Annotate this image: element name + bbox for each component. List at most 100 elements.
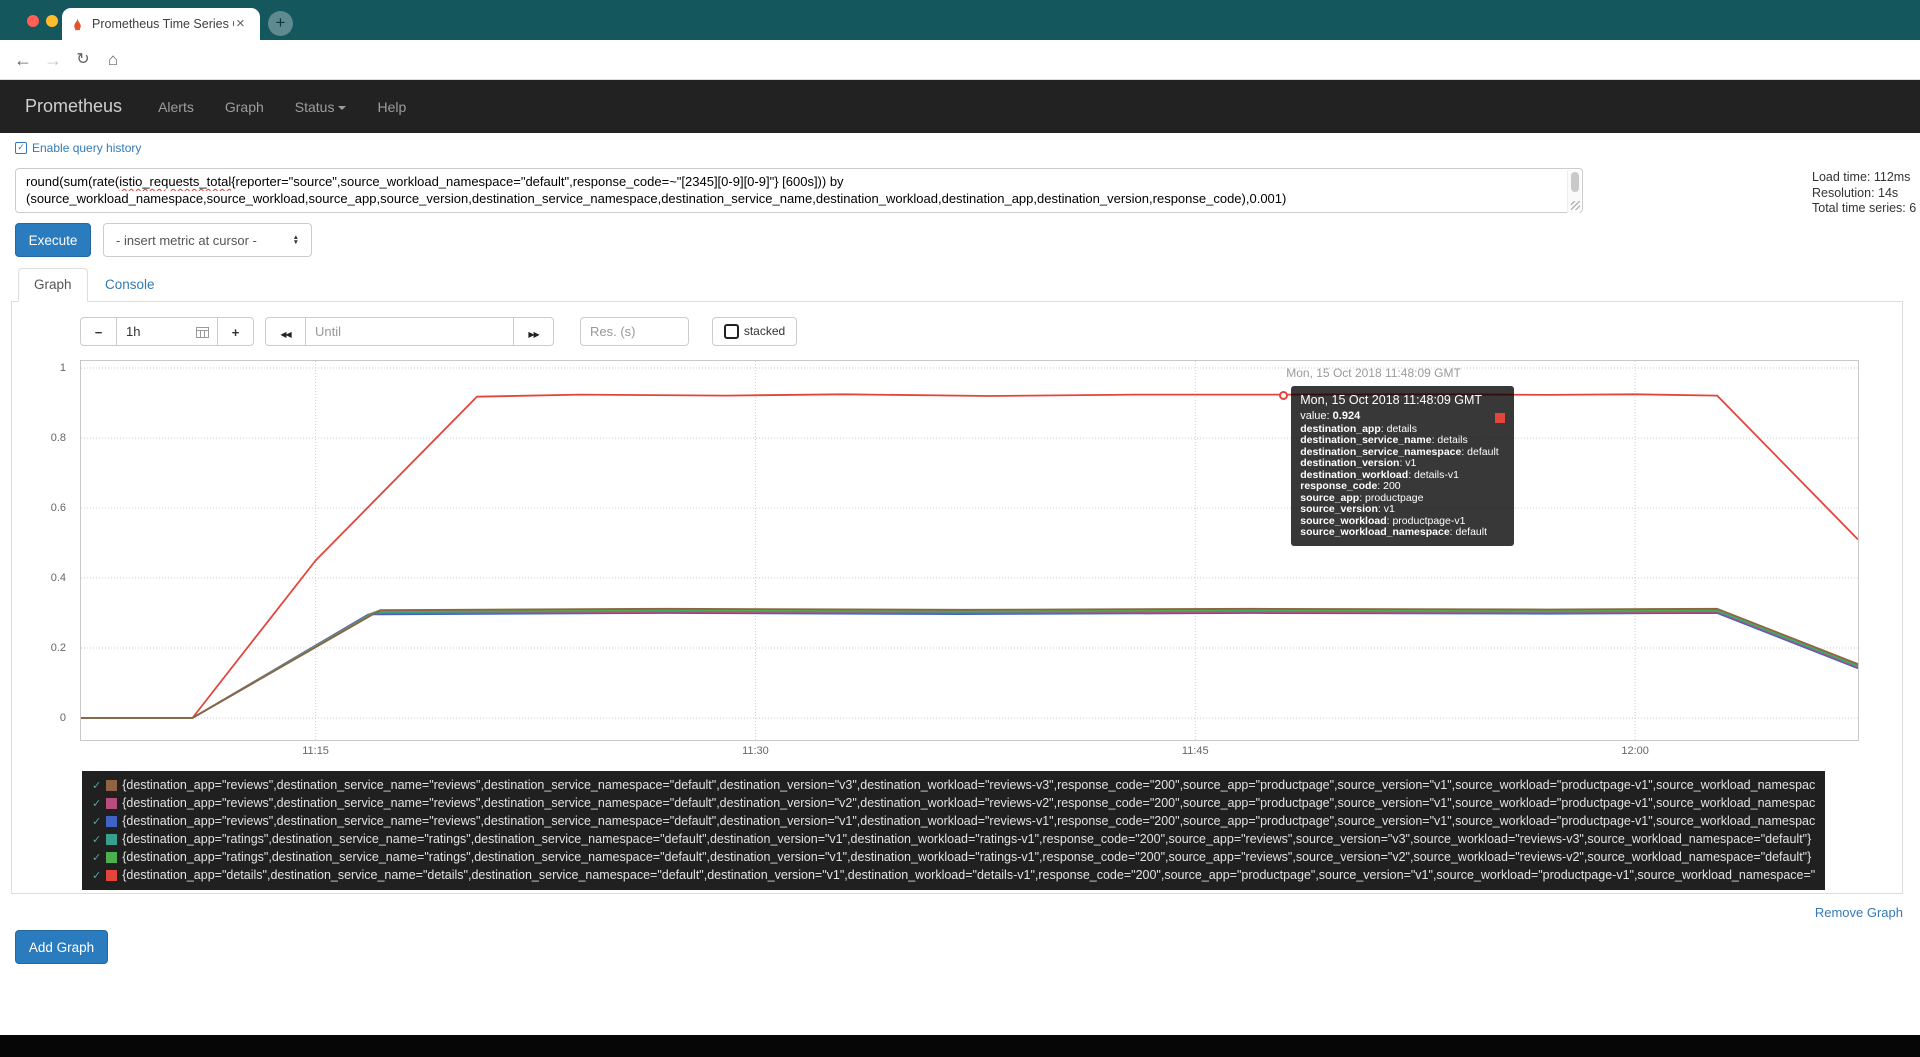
new-tab-button[interactable]: +	[268, 11, 293, 36]
y-axis-labels: 10.80.60.40.20	[0, 361, 74, 740]
tab-console[interactable]: Console	[90, 268, 170, 301]
nav-item-status[interactable]: Status	[295, 99, 347, 115]
legend-series-label: {destination_app="details",destination_s…	[122, 868, 1815, 882]
enable-query-history-link[interactable]: ✓ Enable query history	[15, 141, 141, 155]
legend-check-icon: ✓	[92, 833, 101, 846]
legend-item[interactable]: ✓ {destination_app="reviews",destination_…	[92, 794, 1815, 812]
hover-time-label: Mon, 15 Oct 2018 11:48:09 GMT	[1286, 366, 1461, 380]
y-tick-label: 1	[60, 362, 66, 374]
nav-item-alerts[interactable]: Alerts	[158, 99, 194, 115]
resolution: Resolution: 14s	[1812, 186, 1916, 202]
tab-strip: Graph Console	[11, 268, 1903, 302]
legend-series-label: {destination_app="reviews",destination_s…	[122, 814, 1815, 828]
legend-color-swatch	[106, 870, 117, 881]
range-decrease-button[interactable]: −	[80, 317, 117, 346]
time-back-button[interactable]: ◀◀	[265, 317, 306, 346]
until-input[interactable]	[305, 317, 514, 346]
x-tick-label: 11:45	[1182, 745, 1209, 757]
window-minimize-button[interactable]	[46, 15, 58, 27]
tab-close-icon[interactable]: ×	[236, 17, 245, 31]
legend-item[interactable]: ✓ {destination_app="reviews",destination_…	[92, 776, 1815, 794]
execute-button[interactable]: Execute	[15, 223, 91, 257]
prometheus-navbar: Prometheus Alerts Graph Status Help	[0, 80, 1920, 133]
browser-window: Prometheus Time Series Collec × + ← → ↻ …	[0, 0, 1920, 1057]
fast-forward-icon: ▶▶	[528, 330, 538, 339]
legend-series-label: {destination_app="ratings",destination_s…	[122, 850, 1811, 864]
legend-check-icon: ✓	[92, 851, 101, 864]
y-tick-label: 0.4	[51, 572, 66, 584]
legend-series-label: {destination_app="reviews",destination_s…	[122, 796, 1815, 810]
select-arrows-icon: ▲▼	[293, 235, 299, 246]
total-time-series: Total time series: 6	[1812, 201, 1916, 217]
load-time: Load time: 112ms	[1812, 170, 1916, 186]
query-line-1: round(sum(rate(istio_requests_total{repo…	[26, 174, 1562, 191]
home-icon[interactable]: ⌂	[100, 40, 126, 80]
legend-item[interactable]: ✓ {destination_app="details",destination_…	[92, 866, 1815, 884]
x-tick-label: 11:30	[742, 745, 769, 757]
insert-metric-value: - insert metric at cursor -	[116, 233, 257, 248]
hover-point-marker	[1279, 391, 1288, 400]
browser-toolbar: ← → ↻ ⌂ i Not Secure prometheus.istio.ji…	[0, 40, 1920, 80]
tooltip-label-row: source_workload_namespace: default	[1300, 527, 1505, 539]
legend-check-icon: ✓	[92, 797, 101, 810]
y-tick-label: 0.6	[51, 502, 66, 514]
remove-graph-link[interactable]: Remove Graph	[1815, 905, 1903, 920]
prometheus-favicon-icon	[70, 17, 85, 32]
tab-graph[interactable]: Graph	[18, 268, 88, 302]
browser-tab-bar: Prometheus Time Series Collec × +	[0, 0, 1920, 40]
legend-item[interactable]: ✓ {destination_app="ratings",destination_…	[92, 830, 1815, 848]
query-stats: Load time: 112ms Resolution: 14s Total t…	[1812, 170, 1916, 217]
calendar-grid-icon	[196, 327, 209, 338]
resolution-input[interactable]	[580, 317, 689, 346]
query-line-2: (source_workload_namespace,source_worklo…	[26, 191, 1562, 208]
metric-name: istio_requests_total	[119, 174, 231, 189]
legend-check-icon: ✓	[92, 815, 101, 828]
chart-tooltip: Mon, 15 Oct 2018 11:48:09 GMT value: 0.92…	[1291, 386, 1514, 546]
insert-metric-select[interactable]: - insert metric at cursor - ▲▼	[103, 223, 312, 257]
tooltip-series-swatch	[1495, 413, 1505, 423]
scrollbar-thumb[interactable]	[1571, 172, 1579, 192]
browser-tab[interactable]: Prometheus Time Series Collec ×	[62, 8, 260, 40]
legend-check-icon: ✓	[92, 869, 101, 882]
legend-color-swatch	[106, 834, 117, 845]
reload-icon[interactable]: ↻	[70, 40, 96, 80]
query-expression-input[interactable]: round(sum(rate(istio_requests_total{repo…	[15, 168, 1583, 213]
legend-color-swatch	[106, 816, 117, 827]
legend-series-label: {destination_app="reviews",destination_s…	[122, 778, 1815, 792]
legend-item[interactable]: ✓ {destination_app="ratings",destination_…	[92, 848, 1815, 866]
x-tick-label: 11:15	[302, 745, 329, 757]
brand-prometheus[interactable]: Prometheus	[25, 96, 122, 117]
add-graph-button[interactable]: Add Graph	[15, 930, 108, 964]
nav-item-graph[interactable]: Graph	[225, 99, 264, 115]
stacked-label: stacked	[744, 318, 785, 345]
back-icon[interactable]: ←	[10, 40, 36, 80]
chart-canvas	[81, 361, 1858, 740]
time-forward-button[interactable]: ▶▶	[513, 317, 554, 346]
check-icon: ✓	[15, 142, 27, 154]
rewind-icon: ◀◀	[280, 330, 290, 339]
window-close-button[interactable]	[27, 15, 39, 27]
range-input[interactable]: 1h	[116, 317, 218, 346]
legend-color-swatch	[106, 780, 117, 791]
forward-icon[interactable]: →	[40, 40, 66, 80]
chart-plot-area[interactable]: Mon, 15 Oct 2018 11:48:09 GMT Mon, 15 Oc…	[80, 360, 1859, 741]
legend-item[interactable]: ✓ {destination_app="reviews",destination_…	[92, 812, 1815, 830]
nav-item-help[interactable]: Help	[377, 99, 406, 115]
stacked-toggle[interactable]: stacked	[712, 317, 797, 346]
enable-query-history-label: Enable query history	[32, 141, 141, 155]
page-footer-bar	[0, 1035, 1920, 1057]
tooltip-time: Mon, 15 Oct 2018 11:48:09 GMT	[1300, 393, 1505, 407]
y-tick-label: 0.2	[51, 642, 66, 654]
tab-title: Prometheus Time Series Collec	[92, 17, 234, 31]
legend-check-icon: ✓	[92, 779, 101, 792]
legend-series-label: {destination_app="ratings",destination_s…	[122, 832, 1811, 846]
legend-color-swatch	[106, 798, 117, 809]
tooltip-value: value: 0.924	[1300, 410, 1505, 422]
legend-color-swatch	[106, 852, 117, 863]
x-axis-labels: 11:1511:3011:4512:00	[81, 745, 1858, 759]
resize-grip-icon[interactable]	[1571, 201, 1580, 210]
range-increase-button[interactable]: +	[217, 317, 254, 346]
checkbox-icon	[724, 324, 739, 339]
chevron-down-icon	[338, 106, 346, 110]
chart-legend: ✓ {destination_app="reviews",destination_…	[82, 771, 1825, 890]
